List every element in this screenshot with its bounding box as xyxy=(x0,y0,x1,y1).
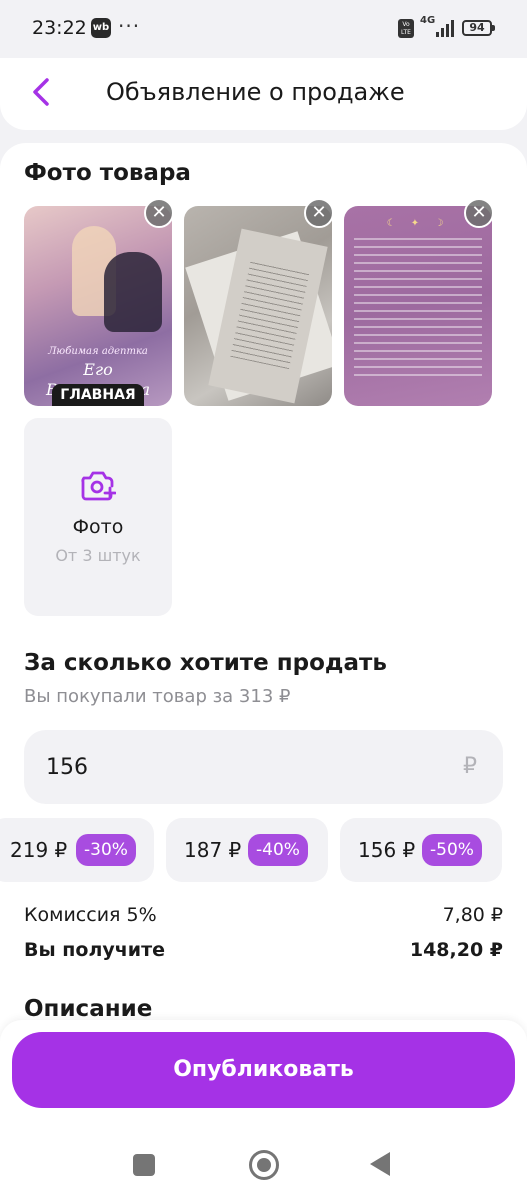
price-section-title: За сколько хотите продать xyxy=(24,650,387,676)
book-cover-subtitle: Любимая адептка xyxy=(48,346,148,357)
photos-section-title: Фото товара xyxy=(24,160,191,186)
close-icon: ✕ xyxy=(311,202,327,223)
price-suggestion-chip[interactable]: 156 ₽ -50% xyxy=(340,818,502,882)
price-suggestion-chip[interactable]: 219 ₽ -30% xyxy=(0,818,154,882)
camera-plus-icon xyxy=(81,471,116,501)
photo-thumbnail[interactable] xyxy=(184,206,332,406)
receive-value: 148,20 ₽ xyxy=(409,939,503,961)
suggestion-price: 187 ₽ xyxy=(184,838,242,862)
volte-icon: Vo LTE xyxy=(398,19,414,38)
remove-photo-button[interactable]: ✕ xyxy=(464,198,494,228)
discount-badge: -30% xyxy=(76,834,136,866)
add-photo-hint: От 3 штук xyxy=(55,546,141,565)
book-text-decoration xyxy=(354,236,482,376)
status-bar: 23:22 wb ··· Vo LTE 4G 94 xyxy=(0,0,527,58)
cover-figure-decoration xyxy=(104,252,162,332)
photo-thumbnail[interactable]: ☾ ✦ ☽ xyxy=(344,206,492,406)
commission-value: 7,80 ₽ xyxy=(442,904,503,926)
battery-icon: 94 xyxy=(462,20,495,36)
suggestion-price: 156 ₽ xyxy=(358,838,416,862)
recent-apps-button[interactable] xyxy=(133,1154,155,1176)
signal-icon xyxy=(436,20,454,37)
app-header: Объявление о продаже xyxy=(0,58,527,130)
description-section-title: Описание xyxy=(24,996,153,1022)
commission-label: Комиссия 5% xyxy=(24,904,157,926)
remove-photo-button[interactable]: ✕ xyxy=(304,198,334,228)
add-photo-label: Фото xyxy=(72,516,124,538)
system-back-button[interactable] xyxy=(370,1152,390,1176)
suggestion-price: 219 ₽ xyxy=(10,838,68,862)
more-notifications-icon: ··· xyxy=(118,14,141,38)
back-button[interactable] xyxy=(22,72,62,112)
price-input[interactable] xyxy=(46,748,426,786)
publish-button[interactable]: Опубликовать xyxy=(12,1032,515,1108)
status-time: 23:22 xyxy=(32,17,87,39)
network-type: 4G xyxy=(420,15,436,26)
price-suggestion-chip[interactable]: 187 ₽ -40% xyxy=(166,818,328,882)
close-icon: ✕ xyxy=(151,202,167,223)
chevron-left-icon xyxy=(33,78,49,106)
purchase-price-note: Вы покупали товар за 313 ₽ xyxy=(24,686,291,707)
receive-label: Вы получите xyxy=(24,939,166,961)
price-input-container: ₽ xyxy=(24,730,503,804)
page-title: Объявление о продаже xyxy=(106,78,405,106)
discount-badge: -40% xyxy=(248,834,308,866)
wb-app-icon: wb xyxy=(91,18,111,38)
main-photo-badge: ГЛАВНАЯ xyxy=(52,384,144,406)
close-icon: ✕ xyxy=(471,202,487,223)
currency-symbol: ₽ xyxy=(463,754,477,779)
discount-badge: -50% xyxy=(422,834,482,866)
remove-photo-button[interactable]: ✕ xyxy=(144,198,174,228)
photo-thumbnail-main[interactable]: Любимая адептка Его Величества ГЛАВНАЯ xyxy=(24,206,172,406)
add-photo-button[interactable]: Фото От 3 штук xyxy=(24,418,172,616)
home-button[interactable] xyxy=(249,1150,279,1180)
